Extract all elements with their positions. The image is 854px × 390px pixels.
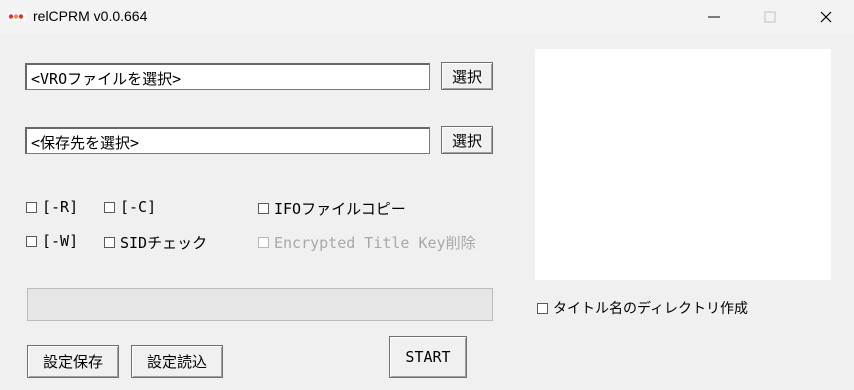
- load-settings-button[interactable]: 設定読込: [131, 345, 223, 378]
- option-w-label: [-W]: [42, 232, 79, 250]
- close-icon: [820, 11, 832, 23]
- save-settings-button[interactable]: 設定保存: [27, 345, 119, 378]
- encrypted-title-key-label: Encrypted Title Key削除: [274, 234, 476, 252]
- source-file-path: <VROファイルを選択>: [31, 70, 182, 88]
- option-r-checkbox[interactable]: [-R]: [26, 198, 78, 216]
- checkbox-box[interactable]: [26, 201, 37, 213]
- ifo-copy-checkbox[interactable]: IFOファイルコピー: [258, 198, 406, 219]
- checkbox-box[interactable]: [26, 235, 37, 247]
- option-r-label: [-R]: [42, 198, 79, 216]
- source-select-button[interactable]: 選択: [441, 62, 493, 90]
- encrypted-title-key-checkbox: Encrypted Title Key削除: [258, 232, 476, 253]
- close-button[interactable]: [798, 0, 854, 34]
- title-bar: relCPRM v0.0.664: [0, 0, 854, 34]
- minimize-button[interactable]: [686, 0, 742, 34]
- destination-field[interactable]: <保存先を選択>: [25, 127, 430, 154]
- preview-panel: [535, 49, 831, 280]
- option-w-checkbox[interactable]: [-W]: [26, 232, 78, 250]
- checkbox-box[interactable]: [258, 203, 269, 214]
- option-c-label: [-C]: [120, 198, 157, 216]
- checkbox-box: [258, 237, 269, 248]
- app-logo-icon: [8, 12, 26, 21]
- minimize-icon: [708, 16, 720, 18]
- sid-check-label: SIDチェック: [120, 234, 208, 252]
- maximize-button[interactable]: [742, 0, 798, 34]
- checkbox-box[interactable]: [537, 302, 548, 314]
- option-c-checkbox[interactable]: [-C]: [104, 198, 156, 216]
- checkbox-box[interactable]: [104, 201, 115, 213]
- progress-bar: [27, 288, 493, 321]
- title-dir-label: タイトル名のディレクトリ作成: [553, 300, 749, 316]
- destination-select-button[interactable]: 選択: [441, 126, 493, 154]
- start-button[interactable]: START: [389, 336, 467, 378]
- maximize-icon: [764, 11, 776, 23]
- destination-path: <保存先を選択>: [31, 134, 140, 152]
- window-title: relCPRM v0.0.664: [33, 8, 148, 24]
- checkbox-box[interactable]: [104, 237, 115, 248]
- source-file-field[interactable]: <VROファイルを選択>: [25, 63, 430, 90]
- title-dir-checkbox[interactable]: タイトル名のディレクトリ作成: [537, 298, 748, 318]
- sid-check-checkbox[interactable]: SIDチェック: [104, 232, 207, 253]
- ifo-copy-label: IFOファイルコピー: [274, 200, 406, 218]
